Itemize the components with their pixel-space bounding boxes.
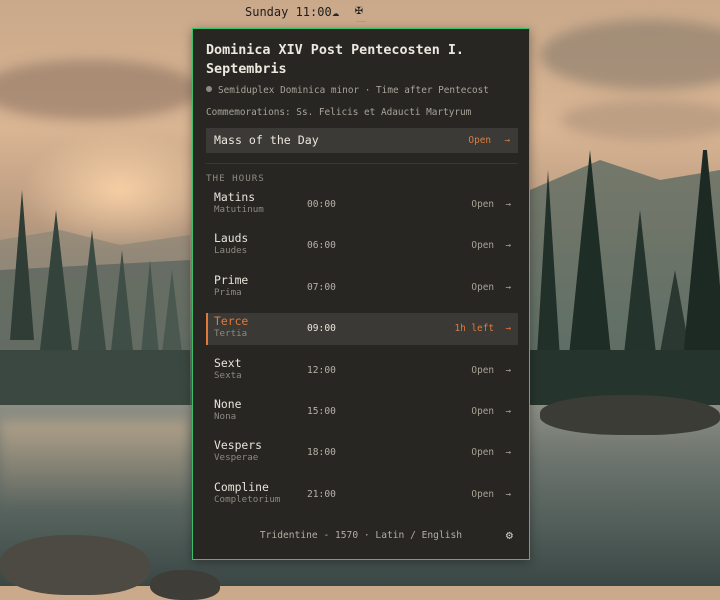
- day-title: Dominica XIV Post Pentecosten I. Septemb…: [206, 43, 464, 77]
- hour-status[interactable]: Open: [471, 446, 494, 460]
- hour-latin-name: Completorium: [214, 493, 281, 505]
- mass-open-link[interactable]: Open: [468, 128, 491, 153]
- hour-latin-name: Tertia: [214, 328, 248, 340]
- cross-icon[interactable]: ✠: [355, 4, 363, 18]
- hour-status[interactable]: Open: [471, 488, 494, 502]
- hour-row-terce[interactable]: Terce Tertia 09:00 1h left →: [206, 313, 518, 346]
- hour-row-matins[interactable]: Matins Matutinum 00:00 Open →: [206, 189, 518, 221]
- hour-time: 09:00: [307, 323, 336, 335]
- hour-status[interactable]: Open: [471, 364, 494, 378]
- hour-time: 06:00: [307, 240, 336, 252]
- arrow-right-icon: →: [505, 447, 511, 459]
- hour-latin-name: Sexta: [214, 369, 242, 381]
- hour-status[interactable]: Open: [471, 198, 494, 212]
- hour-status[interactable]: 1h left: [454, 322, 494, 336]
- hour-status[interactable]: Open: [471, 281, 494, 295]
- section-title: THE HOURS: [206, 173, 265, 184]
- hour-time: 21:00: [307, 488, 336, 500]
- hour-name: Matins: [214, 190, 256, 204]
- hour-latin-name: Prima: [214, 286, 242, 298]
- hour-status[interactable]: Open: [471, 239, 494, 253]
- hour-time: 18:00: [307, 447, 336, 459]
- commemorations: Commemorations: Ss. Felicis et Adaucti M…: [206, 107, 472, 118]
- mass-of-the-day-button[interactable]: Mass of the Day Open →: [206, 128, 518, 153]
- hour-name: Vespers: [214, 438, 263, 453]
- arrow-right-icon: →: [505, 488, 511, 500]
- hour-status[interactable]: Open: [471, 405, 494, 419]
- arrow-right-icon: →: [505, 281, 511, 293]
- hour-row-lauds[interactable]: Lauds Laudes 06:00 Open →: [206, 230, 518, 262]
- hour-row-sext[interactable]: Sext Sexta 12:00 Open →: [206, 355, 518, 387]
- hour-name: Terce: [214, 314, 249, 329]
- hour-row-prime[interactable]: Prime Prima 07:00 Open →: [206, 272, 518, 304]
- hour-name: None: [214, 397, 242, 411]
- active-indicator: [356, 21, 366, 22]
- hour-latin-name: Laudes: [214, 245, 248, 257]
- hour-name: Compline: [214, 479, 269, 494]
- arrow-right-icon: →: [505, 240, 511, 252]
- hour-time: 00:00: [307, 199, 336, 210]
- arrow-right-icon: →: [505, 199, 511, 210]
- liturgical-day-panel: Dominica XIV Post Pentecosten I. Septemb…: [192, 28, 530, 560]
- mass-label: Mass of the Day: [214, 133, 319, 147]
- arrow-right-icon: →: [505, 406, 511, 417]
- hour-row-none[interactable]: None Nona 15:00 Open →: [206, 396, 518, 428]
- rank-text: Semiduplex Dominica minor · Time after P…: [218, 85, 489, 96]
- hour-name: Lauds: [214, 231, 249, 246]
- hour-name: Sext: [214, 355, 242, 370]
- hour-row-vespers[interactable]: Vespers Vesperae 18:00 Open →: [206, 437, 518, 469]
- hour-latin-name: Vesperae: [214, 452, 259, 464]
- divider: [206, 163, 518, 164]
- hour-row-compline[interactable]: Compline Completorium 21:00 Open →: [206, 479, 518, 511]
- hour-time: 07:00: [307, 281, 336, 293]
- hour-time: 15:00: [307, 406, 336, 417]
- rank-dot-icon: [206, 86, 212, 92]
- hour-time: 12:00: [307, 364, 336, 376]
- cloud-icon[interactable]: ☁: [332, 5, 339, 19]
- rite-info: Tridentine - 1570 · Latin / English: [259, 530, 463, 541]
- arrow-right-icon: →: [504, 135, 510, 146]
- hour-latin-name: Matutinum: [214, 204, 264, 215]
- arrow-right-icon: →: [505, 364, 511, 376]
- top-bar: Sunday 11:00 ☁ ✠: [0, 4, 720, 22]
- hour-name: Prime: [214, 272, 249, 287]
- gear-icon[interactable]: ⚙: [506, 528, 513, 542]
- clock[interactable]: Sunday 11:00: [245, 4, 332, 20]
- hour-latin-name: Nona: [214, 411, 237, 422]
- arrow-right-icon: →: [505, 323, 511, 335]
- rank-row: Semiduplex Dominica minor · Time after P…: [206, 84, 489, 98]
